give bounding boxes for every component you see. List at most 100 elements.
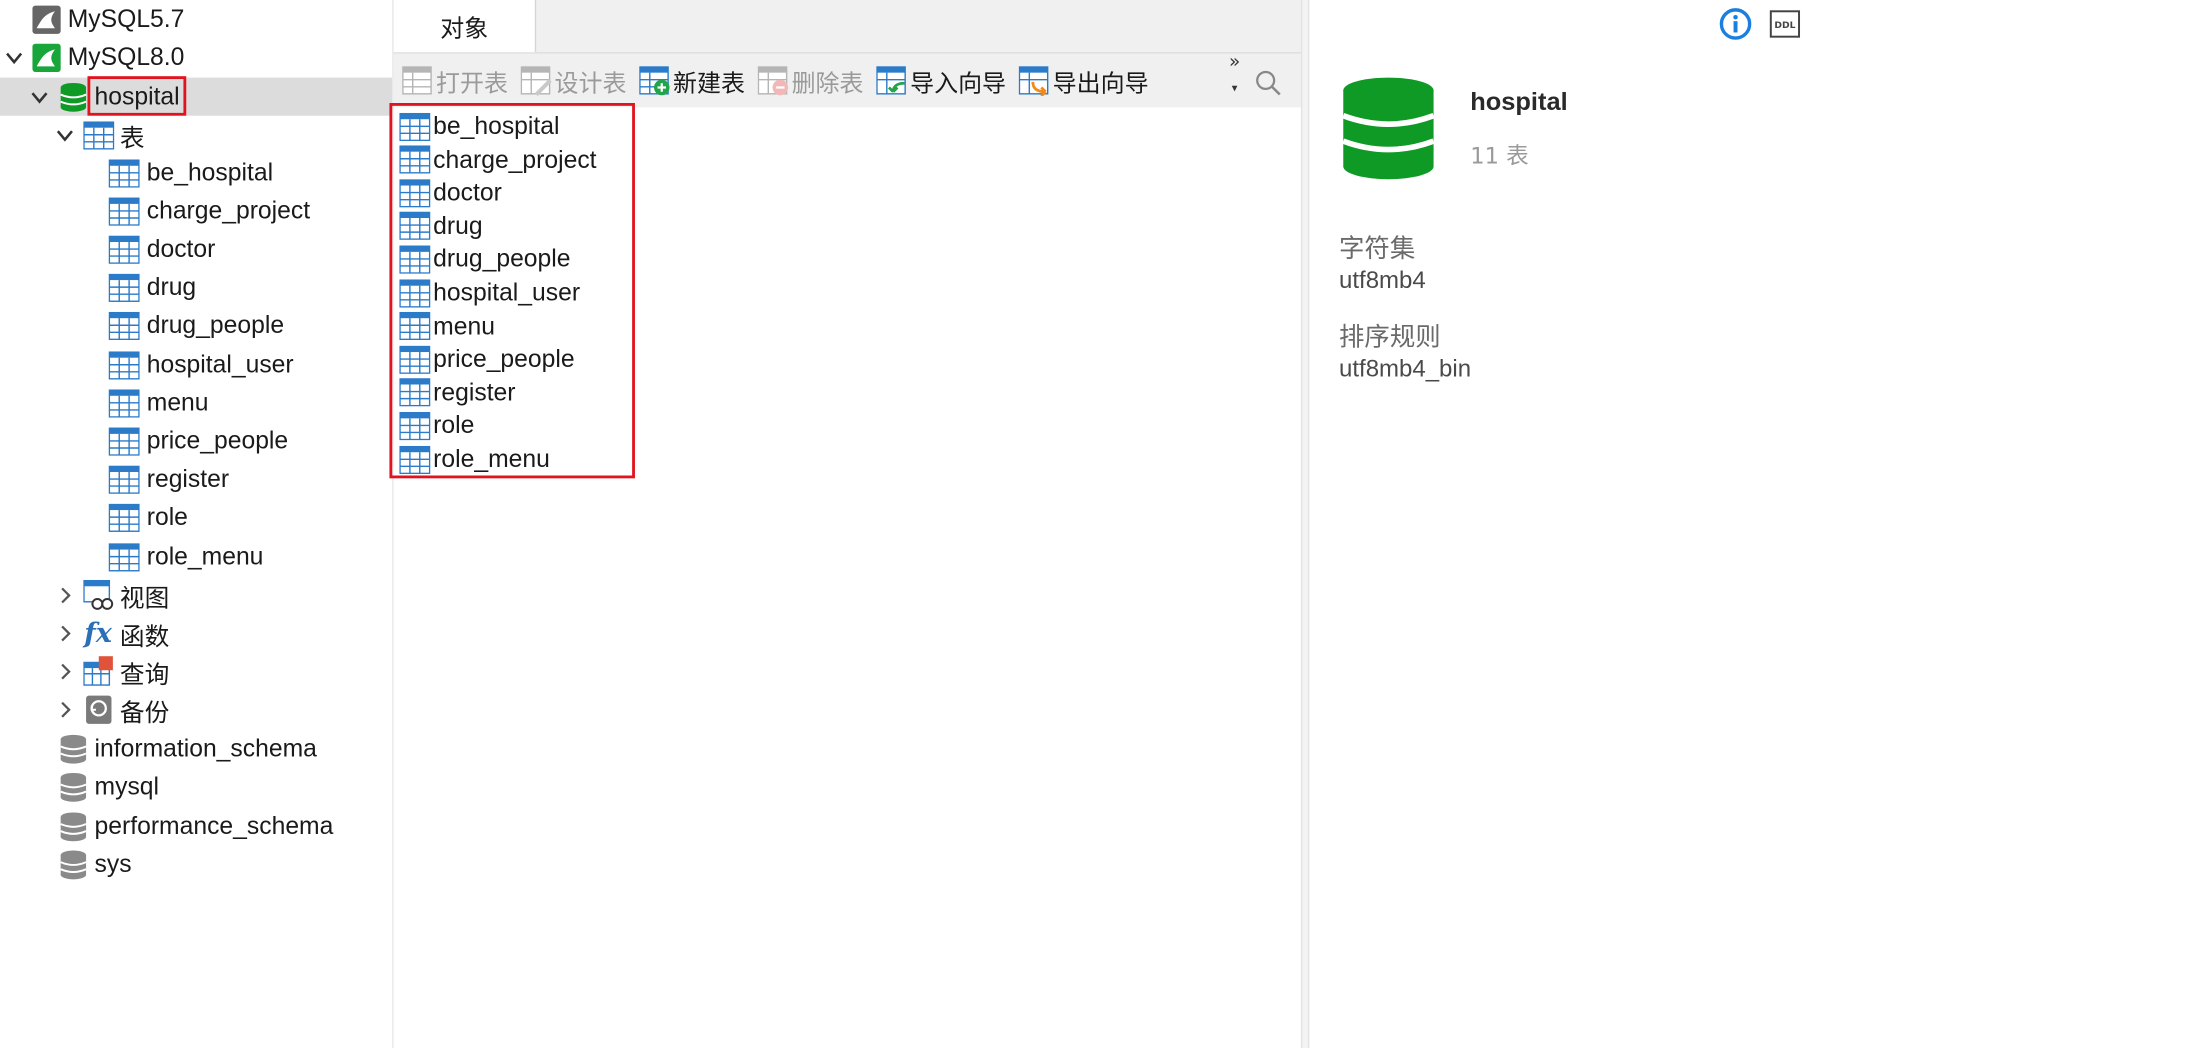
tree-table-item[interactable]: role_menu	[0, 538, 392, 576]
view-icon	[82, 579, 114, 611]
query-icon	[82, 655, 114, 687]
database-label: hospital	[87, 76, 187, 116]
import-wizard-label: 导入向导	[910, 69, 1007, 99]
chevron-right-icon[interactable]	[55, 586, 75, 606]
tree-table-item[interactable]: be_hospital	[0, 154, 392, 192]
table-icon	[107, 309, 139, 341]
object-table-item[interactable]: register	[399, 376, 516, 408]
navigation-tree: MySQL5.7 MySQL8.0 hospital 表 be_hospital…	[0, 0, 394, 1048]
object-table-item[interactable]: price_people	[399, 343, 575, 375]
chevron-right-icon[interactable]	[55, 624, 75, 644]
table-icon	[107, 387, 139, 419]
new-table-button[interactable]: 新建表	[639, 62, 745, 99]
table-icon	[82, 119, 114, 151]
tab-bar: 对象	[393, 0, 1304, 54]
chevron-down-icon[interactable]	[30, 87, 50, 107]
database-icon	[56, 770, 88, 802]
tree-table-item[interactable]: charge_project	[0, 192, 392, 230]
database-item[interactable]: information_schema	[0, 729, 392, 767]
tree-table-item[interactable]: drug	[0, 268, 392, 306]
object-table-item[interactable]: menu	[399, 310, 495, 342]
info-button[interactable]	[1719, 7, 1753, 41]
open-table-button[interactable]: 打开表	[402, 62, 508, 99]
connection-label: MySQL5.7	[67, 4, 185, 33]
chevron-right-icon[interactable]	[55, 662, 75, 682]
table-icon	[399, 311, 431, 342]
database-item[interactable]: performance_schema	[0, 807, 392, 845]
delete-table-button[interactable]: 删除表	[757, 62, 864, 99]
table-icon	[399, 111, 431, 142]
ddl-icon: DDL	[1769, 10, 1801, 38]
tree-table-item[interactable]: hospital_user	[0, 346, 392, 384]
table-icon	[107, 233, 139, 265]
connection-mysql80[interactable]: MySQL8.0	[0, 38, 392, 76]
ddl-button[interactable]: DDL	[1769, 10, 1801, 38]
database-item[interactable]: sys	[0, 845, 392, 883]
toolbar-overflow-button[interactable]: » ▾	[1229, 54, 1240, 95]
tree-table-item[interactable]: doctor	[0, 230, 392, 268]
views-group[interactable]: 视图	[0, 576, 392, 614]
table-icon	[399, 377, 431, 408]
collation-value: utf8mb4_bin	[1339, 355, 1472, 383]
tables-group[interactable]: 表	[0, 116, 392, 154]
table-label: menu	[146, 388, 209, 417]
design-table-button[interactable]: 设计表	[520, 62, 626, 99]
table-icon	[399, 344, 431, 375]
object-table-item[interactable]: doctor	[399, 177, 502, 209]
ddl-text: DDL	[1774, 20, 1795, 31]
table-icon	[107, 195, 139, 227]
design-table-icon	[520, 66, 552, 96]
connection-mysql57[interactable]: MySQL5.7	[0, 0, 392, 38]
object-table-item[interactable]: drug	[399, 210, 483, 242]
table-label: hospital_user	[146, 349, 294, 379]
tree-table-item[interactable]: menu	[0, 384, 392, 422]
database-item[interactable]: mysql	[0, 768, 392, 806]
open-table-label: 打开表	[435, 69, 508, 99]
table-label: price_people	[146, 426, 289, 455]
object-table-item[interactable]: role_menu	[399, 443, 550, 475]
object-label: be_hospital	[433, 111, 560, 140]
database-icon	[56, 732, 88, 764]
table-label: drug_people	[146, 310, 285, 339]
object-label: role_menu	[433, 444, 550, 473]
backups-group[interactable]: 备份	[0, 690, 392, 728]
tree-table-item[interactable]: role	[0, 498, 392, 536]
panel-splitter[interactable]	[1300, 0, 1310, 1048]
chevron-down-icon[interactable]	[4, 48, 24, 68]
object-label: drug_people	[433, 244, 571, 273]
object-label: role	[433, 411, 475, 440]
functions-group[interactable]: fx 函数	[0, 614, 392, 652]
functions-label: 函数	[119, 623, 170, 652]
table-icon	[399, 211, 431, 242]
table-icon	[107, 501, 139, 533]
table-icon	[107, 463, 139, 495]
object-label: price_people	[433, 344, 575, 373]
tables-group-label: 表	[119, 125, 145, 154]
table-label: role_menu	[146, 541, 264, 571]
object-table-item[interactable]: drug_people	[399, 243, 570, 275]
object-label: register	[433, 377, 516, 407]
queries-group[interactable]: 查询	[0, 652, 392, 690]
chevron-down-icon[interactable]	[55, 126, 75, 146]
table-count: 11 表	[1470, 142, 1529, 170]
export-wizard-button[interactable]: 导出向导	[1018, 62, 1149, 99]
table-label: drug	[146, 272, 197, 301]
tree-table-item[interactable]: register	[0, 460, 392, 498]
object-table-item[interactable]: hospital_user	[399, 277, 580, 309]
connection-label: MySQL8.0	[67, 42, 185, 71]
object-table-item[interactable]: be_hospital	[399, 110, 560, 142]
database-hospital[interactable]: hospital	[0, 76, 393, 116]
tree-table-item[interactable]: drug_people	[0, 306, 392, 344]
object-table-item[interactable]: role	[399, 410, 474, 442]
tab-objects[interactable]: 对象	[393, 0, 537, 53]
new-table-label: 新建表	[673, 69, 746, 99]
import-wizard-button[interactable]: 导入向导	[876, 62, 1006, 99]
database-label: sys	[94, 849, 132, 878]
object-table-item[interactable]: charge_project	[399, 143, 597, 175]
chevron-right-icon[interactable]	[55, 700, 75, 720]
table-icon	[399, 410, 431, 441]
tree-table-item[interactable]: price_people	[0, 422, 392, 460]
database-icon	[56, 80, 88, 112]
search-button[interactable]	[1254, 65, 1285, 102]
dropdown-arrow-icon: ▾	[1231, 81, 1238, 95]
